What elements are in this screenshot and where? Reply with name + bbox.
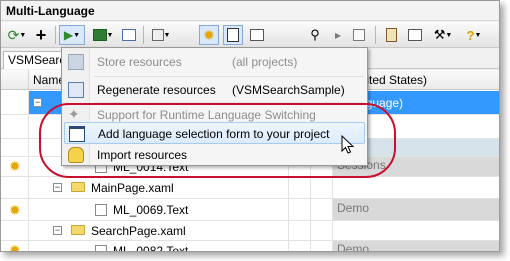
tools-icon: ⚒: [433, 27, 446, 42]
settings-icon: [408, 29, 422, 41]
toolbar-separator: [55, 26, 56, 44]
chevron-down-icon: ▼: [474, 31, 482, 39]
plus-icon: +: [35, 24, 47, 45]
row-icon-cell: [1, 139, 29, 156]
refresh-icon: ⟳: [7, 26, 20, 43]
refresh-dropdown-button[interactable]: ⟳ ▼: [5, 25, 29, 45]
menu-item-regenerate-resources[interactable]: Regenerate resources (VSMSearchSample): [64, 79, 365, 101]
table-row[interactable]: ✹ ML_0082.Text Demo: [1, 241, 499, 252]
menu-item-store-resources[interactable]: Store resources (all projects): [64, 51, 365, 73]
row-name-cell[interactable]: ML_0082.Text: [29, 241, 289, 252]
row-value: Demo: [337, 242, 370, 252]
mouse-cursor-icon: [341, 135, 355, 154]
add-button[interactable]: +: [31, 25, 51, 45]
options-button[interactable]: [405, 25, 425, 45]
toolbar-separator: [143, 26, 144, 44]
sun-icon: ✹: [9, 242, 21, 252]
menu-item-label: Regenerate resources: [97, 83, 216, 97]
menu-item-label: Store resources: [97, 55, 182, 69]
chevron-down-icon: ▼: [106, 31, 114, 39]
row-value-cell[interactable]: [333, 221, 499, 240]
spreadsheet-icon: [92, 29, 107, 41]
sun-icon: ✹: [203, 26, 215, 43]
replace-button[interactable]: [349, 25, 369, 45]
row-flag-cell: [289, 177, 311, 198]
sun-toggle-button[interactable]: ✹: [199, 25, 219, 45]
layout-toggle-button[interactable]: [223, 25, 243, 45]
arrow-right-icon: ▸: [334, 28, 342, 42]
chevron-down-icon: ▼: [19, 31, 27, 39]
toolbar: ⟳ ▼ + ▶ ▼ ▼ ▼ ✹ ⚲ ▸ ⚒ ▼ ? ▼: [1, 22, 499, 48]
chart-icon: [250, 29, 264, 41]
folder-icon: [71, 225, 85, 235]
play-icon: ▶: [63, 28, 74, 42]
window-title: Multi-Language: [1, 1, 499, 21]
row-name-cell[interactable]: ML_0069.Text: [29, 199, 289, 220]
row-flag-cell: [289, 241, 311, 251]
checkbox[interactable]: [95, 245, 107, 251]
find-button[interactable]: ⚲: [305, 25, 325, 45]
multi-language-window: Multi-Language ⟳ ▼ + ▶ ▼ ▼ ▼ ✹ ⚲ ▸ ⚒ ▼ ? ▼ V…: [0, 0, 500, 252]
menu-item-shortcut: (VSMSearchSample): [232, 83, 345, 97]
clipboard-icon: [385, 28, 397, 42]
insert-dropdown-button[interactable]: ▼: [147, 25, 175, 45]
row-icon-cell: ✹: [1, 241, 29, 252]
row-name-cell[interactable]: − MainPage.xaml: [29, 177, 289, 198]
row-value: Demo: [337, 201, 370, 215]
table-row[interactable]: − MainPage.xaml: [1, 177, 499, 199]
row-icon-cell: [1, 91, 29, 114]
row-flag-cell: [289, 221, 311, 240]
menu-item-shortcut: (all projects): [232, 55, 298, 69]
row-value-cell[interactable]: [333, 177, 499, 198]
insert-icon: [151, 29, 164, 41]
row-name-cell[interactable]: − SearchPage.xaml: [29, 221, 289, 240]
chart-button[interactable]: [247, 25, 267, 45]
row-flag-cell: [311, 177, 333, 198]
row-icon-cell: [1, 221, 29, 240]
row-flag-cell: [311, 221, 333, 240]
collapse-icon[interactable]: −: [53, 226, 62, 235]
toolbar-separator: [375, 26, 376, 44]
chevron-down-icon: ▼: [163, 31, 171, 39]
excel-dropdown-button[interactable]: ▼: [89, 25, 117, 45]
binoculars-icon: ⚲: [310, 27, 320, 42]
replace-icon: [353, 29, 365, 41]
row-name: SearchPage.xaml: [91, 224, 186, 238]
next-button[interactable]: ▸: [329, 25, 347, 45]
row-icon-cell: [1, 115, 29, 138]
row-flag-cell: [311, 199, 333, 220]
chevron-down-icon: ▼: [73, 31, 81, 39]
folder-icon: [71, 182, 85, 192]
help-dropdown-button[interactable]: ? ▼: [461, 25, 487, 45]
chevron-down-icon: ▼: [445, 31, 453, 39]
row-value-cell[interactable]: Demo: [333, 199, 499, 220]
sun-icon: ✹: [9, 202, 21, 218]
row-value-cell[interactable]: Demo: [333, 241, 499, 252]
table-row[interactable]: − SearchPage.xaml: [1, 221, 499, 241]
row-flag-cell: [289, 199, 311, 220]
form-button[interactable]: [119, 25, 139, 45]
paste-button[interactable]: [381, 25, 401, 45]
column-header-icon: [1, 70, 29, 90]
sun-icon: ✹: [9, 158, 21, 174]
row-name: ML_0082.Text: [113, 244, 189, 252]
form-icon: [122, 29, 136, 41]
checkbox[interactable]: [95, 204, 107, 216]
row-icon-cell: ✹: [1, 157, 29, 176]
table-row[interactable]: ✹ ML_0069.Text Demo: [1, 199, 499, 221]
row-name: ML_0069.Text: [113, 203, 189, 217]
row-icon-cell: ✹: [1, 199, 29, 220]
collapse-icon[interactable]: −: [53, 183, 62, 192]
tools-dropdown-button[interactable]: ⚒ ▼: [429, 25, 457, 45]
help-icon: ?: [466, 27, 475, 43]
menu-separator: [94, 76, 364, 77]
regenerate-icon: [68, 82, 84, 98]
save-icon: [68, 54, 84, 70]
collapse-icon[interactable]: −: [33, 98, 42, 107]
row-icon-cell: [1, 177, 29, 198]
layout-icon: [227, 28, 239, 42]
row-flag-cell: [311, 241, 333, 251]
run-dropdown-button[interactable]: ▶ ▼: [59, 25, 85, 45]
row-name: MainPage.xaml: [91, 181, 174, 195]
